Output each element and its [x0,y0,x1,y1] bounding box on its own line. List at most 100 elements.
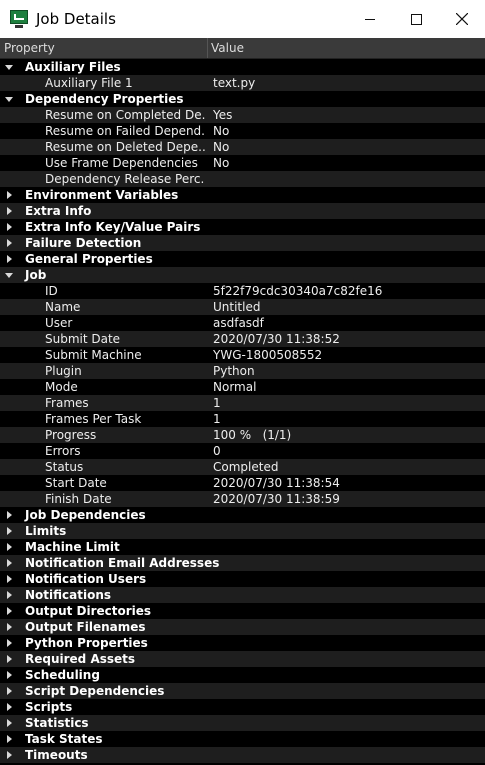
collapsed-arrow-icon[interactable] [5,731,17,747]
collapsed-arrow-icon[interactable] [5,235,17,251]
collapsed-arrow-icon[interactable] [5,219,17,235]
column-header: Property Value [0,38,485,59]
collapsed-arrow-icon[interactable] [5,251,17,267]
property-row[interactable]: Start Date 2020/07/30 11:38:54 [0,475,485,491]
property-value: asdfasdf [213,316,264,330]
property-row[interactable]: Name Untitled [0,299,485,315]
property-column-header[interactable]: Property [0,38,208,58]
job-details-window: Job Details Property Value Auxiliary Fil… [0,0,485,765]
property-row[interactable]: Resume on Deleted Depe... No [0,139,485,155]
collapsed-arrow-icon[interactable] [5,747,17,763]
close-icon [456,13,468,25]
collapsed-arrow-icon[interactable] [5,667,17,683]
close-button[interactable] [439,0,485,38]
property-label: Use Frame Dependencies [45,156,198,170]
collapsed-arrow-icon[interactable] [5,635,17,651]
group-label: Machine Limit [25,540,120,554]
property-row[interactable]: Resume on Completed De... Yes [0,107,485,123]
collapsed-arrow-icon[interactable] [5,539,17,555]
group-label: Extra Info Key/Value Pairs [25,220,201,234]
property-label: Finish Date [45,492,112,506]
property-value: 2020/07/30 11:38:59 [213,492,340,506]
tree-group-row[interactable]: Required Assets [0,651,485,667]
property-label: Progress [45,428,97,442]
collapsed-arrow-icon[interactable] [5,619,17,635]
property-row[interactable]: Errors 0 [0,443,485,459]
minimize-icon [365,18,375,20]
tree-group-row[interactable]: Notification Email Addresses [0,555,485,571]
group-label: Auxiliary Files [25,60,121,74]
group-label: General Properties [25,252,153,266]
group-label: Notifications [25,588,112,602]
collapsed-arrow-icon[interactable] [5,203,17,219]
property-row[interactable]: Auxiliary File 1 text.py [0,75,485,91]
collapsed-arrow-icon[interactable] [5,507,17,523]
group-label: Script Dependencies [25,684,165,698]
tree-group-row[interactable]: Scripts [0,699,485,715]
collapsed-arrow-icon[interactable] [5,523,17,539]
tree-group-row[interactable]: Environment Variables [0,187,485,203]
property-row[interactable]: Frames Per Task 1 [0,411,485,427]
expanded-arrow-icon[interactable] [5,267,17,283]
tree-group-row[interactable]: Machine Limit [0,539,485,555]
tree-group-row[interactable]: Job Dependencies [0,507,485,523]
tree-group-row[interactable]: Statistics [0,715,485,731]
tree-group-row[interactable]: Extra Info Key/Value Pairs [0,219,485,235]
collapsed-arrow-icon[interactable] [5,571,17,587]
group-label: Required Assets [25,652,136,666]
tree-group-row[interactable]: Output Filenames [0,619,485,635]
property-row[interactable]: Submit Machine YWG-1800508552 [0,347,485,363]
tree-group-row[interactable]: Notifications [0,587,485,603]
collapsed-arrow-icon[interactable] [5,699,17,715]
tree-group-row[interactable]: Python Properties [0,635,485,651]
collapsed-arrow-icon[interactable] [5,683,17,699]
tree-group-row[interactable]: Output Directories [0,603,485,619]
property-label: Frames Per Task [45,412,142,426]
collapsed-arrow-icon[interactable] [5,603,17,619]
property-row[interactable]: Frames 1 [0,395,485,411]
collapsed-arrow-icon[interactable] [5,187,17,203]
value-column-header[interactable]: Value [208,38,485,58]
property-row[interactable]: Use Frame Dependencies No [0,155,485,171]
maximize-button[interactable] [393,0,439,38]
property-value: No [213,124,230,138]
property-row[interactable]: Progress 100 % (1/1) [0,427,485,443]
tree-group-row[interactable]: Task States [0,731,485,747]
property-label: Name [45,300,81,314]
tree-group-row[interactable]: Scheduling [0,667,485,683]
property-row[interactable]: Dependency Release Perc... [0,171,485,187]
collapsed-arrow-icon[interactable] [5,651,17,667]
tree-group-row[interactable]: Script Dependencies [0,683,485,699]
group-label: Notification Email Addresses [25,556,220,570]
group-label: Job Dependencies [25,508,146,522]
property-row[interactable]: Plugin Python [0,363,485,379]
title-bar[interactable]: Job Details [0,0,485,38]
tree-group-row[interactable]: Limits [0,523,485,539]
expanded-arrow-icon[interactable] [5,59,17,75]
tree-group-row[interactable]: Notification Users [0,571,485,587]
collapsed-arrow-icon[interactable] [5,715,17,731]
tree-group-row[interactable]: Timeouts [0,747,485,763]
tree-group-row[interactable]: Failure Detection [0,235,485,251]
property-row[interactable]: Submit Date 2020/07/30 11:38:52 [0,331,485,347]
property-row[interactable]: Resume on Failed Depend... No [0,123,485,139]
tree-group-row[interactable]: Extra Info [0,203,485,219]
group-label: Scheduling [25,668,100,682]
collapsed-arrow-icon[interactable] [5,587,17,603]
group-label: Statistics [25,716,89,730]
tree-group-row[interactable]: Auxiliary Files [0,59,485,75]
tree-group-row[interactable]: Job [0,267,485,283]
tree-group-row[interactable]: Dependency Properties [0,91,485,107]
property-value: No [213,140,230,154]
group-label: Notification Users [25,572,147,586]
property-row[interactable]: Mode Normal [0,379,485,395]
property-row[interactable]: Finish Date 2020/07/30 11:38:59 [0,491,485,507]
minimize-button[interactable] [347,0,393,38]
tree-group-row[interactable]: General Properties [0,251,485,267]
expanded-arrow-icon[interactable] [5,91,17,107]
property-row[interactable]: ID 5f22f79cdc30340a7c82fe16 [0,283,485,299]
property-row[interactable]: Status Completed [0,459,485,475]
collapsed-arrow-icon[interactable] [5,555,17,571]
property-row[interactable]: User asdfasdf [0,315,485,331]
group-label: Limits [25,524,67,538]
